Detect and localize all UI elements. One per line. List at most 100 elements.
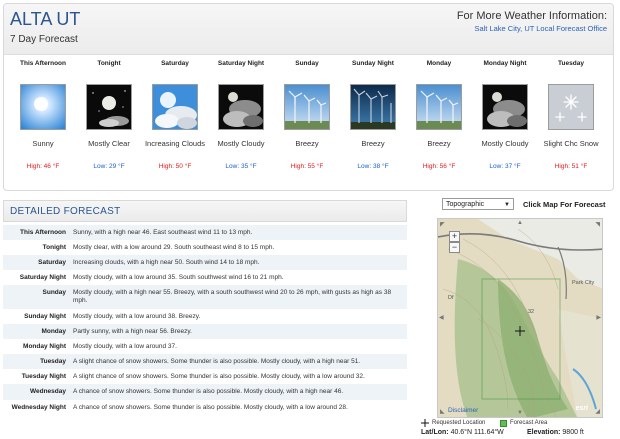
row-text: Mostly cloudy, with a low around 35. Sou… (73, 274, 284, 281)
table-row: This Afternoon Sunny, with a high near 4… (3, 225, 407, 240)
row-label: Sunday Night (24, 313, 66, 320)
row-label: Saturday (38, 259, 66, 266)
forecast-period[interactable]: Monday Breezy High: 56 °F (405, 57, 473, 189)
forecast-map[interactable]: Park City Df 32 + − ◤ ▲ ◥ ◀ ▶ ◣ ▼ ◢ Disc… (437, 218, 603, 418)
detailed-forecast-panel: DETAILED FORECAST This Afternoon Sunny, … (3, 200, 407, 439)
crosshair-icon (421, 419, 429, 427)
row-text: A slight chance of snow showers. Some th… (73, 373, 365, 380)
period-temperature: Low: 35 °F (225, 163, 257, 170)
period-temperature: High: 55 °F (290, 163, 324, 170)
cloudy-night-icon (218, 84, 264, 130)
forecast-period[interactable]: Sunday Breezy High: 55 °F (273, 57, 341, 189)
map-type-value: Topographic (446, 201, 485, 208)
topographic-map-image: Park City Df 32 (438, 219, 602, 417)
breezy-wind-turbines-icon (416, 84, 462, 130)
latlon-readout: Lat/Lon: 40.6°N 111.64°W (421, 429, 504, 436)
period-description: Breezy (361, 139, 385, 148)
pan-northwest-icon[interactable]: ◤ (440, 221, 445, 228)
click-map-label: Click Map For Forecast (523, 200, 606, 209)
forecast-period[interactable]: Tonight Mostly Clear Low: 29 °F (75, 57, 143, 189)
table-row: Saturday Increasing clouds, with a high … (3, 255, 407, 270)
row-text: Increasing clouds, with a high near 50. … (73, 259, 260, 266)
row-text: Sunny, with a high near 46. East southea… (73, 229, 253, 236)
row-label: This Afternoon (20, 229, 66, 236)
period-temperature: Low: 37 °F (489, 163, 521, 170)
forecast-period[interactable]: Saturday Increasing Clouds High: 50 °F (141, 57, 209, 189)
legend-forecast-area: Forecast Area (510, 420, 548, 426)
table-row: Tuesday A slight chance of snow showers.… (3, 354, 407, 369)
period-temperature: High: 50 °F (158, 163, 192, 170)
forecast-period[interactable]: Saturday Night Mostly Cloudy Low: 35 °F (207, 57, 275, 189)
zoom-out-button[interactable]: − (449, 242, 460, 253)
zoom-in-button[interactable]: + (449, 231, 460, 242)
pan-west-icon[interactable]: ◀ (439, 314, 444, 321)
pan-north-icon[interactable]: ▲ (517, 220, 523, 226)
row-label: Monday (41, 328, 66, 335)
map-legend: Requested Location Forecast Area (421, 419, 611, 428)
period-temperature: Low: 29 °F (93, 163, 125, 170)
pan-northeast-icon[interactable]: ◥ (595, 221, 600, 228)
latlon-label: Lat/Lon: (421, 429, 449, 436)
pan-south-icon[interactable]: ▼ (517, 410, 523, 416)
period-name: Sunday Night (352, 60, 394, 67)
period-description: Slight Chc Snow (543, 139, 599, 148)
period-name: Tuesday (558, 60, 584, 67)
table-row: Sunday Mostly cloudy, with a high near 5… (3, 285, 407, 309)
period-description: Mostly Clear (88, 139, 130, 148)
row-text: Mostly cloudy, with a low around 37. (73, 343, 177, 350)
table-row: Wednesday A chance of snow showers. Some… (3, 384, 407, 400)
period-name: Tonight (97, 60, 121, 67)
map-label-park-city: Park City (572, 280, 595, 286)
map-type-select[interactable]: Topographic ▼ (442, 198, 514, 210)
forecast-subtitle: 7 Day Forecast (10, 34, 78, 45)
elevation-value: 9800 ft (562, 429, 584, 436)
increasing-clouds-icon (152, 84, 198, 130)
forecast-office-link[interactable]: Salt Lake City, UT Local Forecast Office (474, 24, 607, 33)
pan-southwest-icon[interactable]: ◣ (440, 408, 445, 415)
row-text: A slight chance of snow showers. Some th… (73, 358, 361, 365)
row-text: Mostly clear, with a low around 29. Sout… (73, 244, 275, 251)
row-label: Tonight (42, 244, 66, 251)
pan-southeast-icon[interactable]: ◢ (595, 408, 600, 415)
sunny-icon (20, 84, 66, 130)
forecast-period[interactable]: Monday Night Mostly Cloudy Low: 37 °F (471, 57, 539, 189)
period-name: This Afternoon (20, 60, 66, 67)
forecast-periods: This Afternoon Sunny High: 46 °F Tonight (9, 57, 609, 189)
period-description: Mostly Cloudy (217, 139, 265, 148)
period-name: Saturday Night (217, 60, 265, 67)
period-description: Breezy (295, 139, 319, 148)
latlon-value: 40.6°N 111.64°W (450, 429, 504, 436)
period-name: Sunday (295, 60, 319, 67)
detailed-forecast-header: DETAILED FORECAST (3, 200, 407, 222)
cloudy-night-icon (482, 84, 528, 130)
detailed-forecast-title: DETAILED FORECAST (10, 206, 121, 217)
map-label-df: Df (448, 295, 454, 301)
row-text: Mostly cloudy, with a low around 38. Bre… (73, 313, 201, 320)
forecast-period[interactable]: This Afternoon Sunny High: 46 °F (9, 57, 77, 189)
forecast-period[interactable]: Sunday Night Breezy Low: 38 °F (339, 57, 407, 189)
row-label: Tuesday Night (21, 373, 66, 380)
breezy-night-wind-turbines-icon (350, 84, 396, 130)
row-label: Sunday (42, 289, 66, 296)
period-description: Sunny (32, 139, 54, 148)
table-row: Tonight Mostly clear, with a low around … (3, 240, 407, 255)
period-temperature: Low: 38 °F (357, 163, 389, 170)
period-description: Mostly Cloudy (481, 139, 529, 148)
row-text: A chance of snow showers. Some thunder i… (73, 404, 348, 411)
row-text: A chance of snow showers. Some thunder i… (73, 388, 344, 395)
dropdown-arrow-icon: ▼ (504, 202, 510, 208)
breezy-wind-turbines-icon (284, 84, 330, 130)
forecast-header: ALTA UT 7 Day Forecast For More Weather … (4, 4, 613, 55)
map-disclaimer-link[interactable]: Disclaimer (448, 407, 478, 414)
table-row: Tuesday Night A slight chance of snow sh… (3, 369, 407, 384)
row-label: Wednesday (29, 388, 66, 395)
table-row: Monday Night Mostly cloudy, with a low a… (3, 339, 407, 354)
table-row: Saturday Night Mostly cloudy, with a low… (3, 270, 407, 285)
detailed-forecast-table: This Afternoon Sunny, with a high near 4… (3, 225, 407, 422)
clear-night-icon (86, 84, 132, 130)
elevation-readout: Elevation: 9800 ft (527, 429, 584, 436)
period-name: Monday (426, 60, 452, 67)
pan-east-icon[interactable]: ▶ (596, 314, 601, 321)
forecast-period[interactable]: Tuesday Slight Chc Snow High: 51 °F (537, 57, 605, 189)
table-row: Monday Partly sunny, with a high near 56… (3, 324, 407, 339)
